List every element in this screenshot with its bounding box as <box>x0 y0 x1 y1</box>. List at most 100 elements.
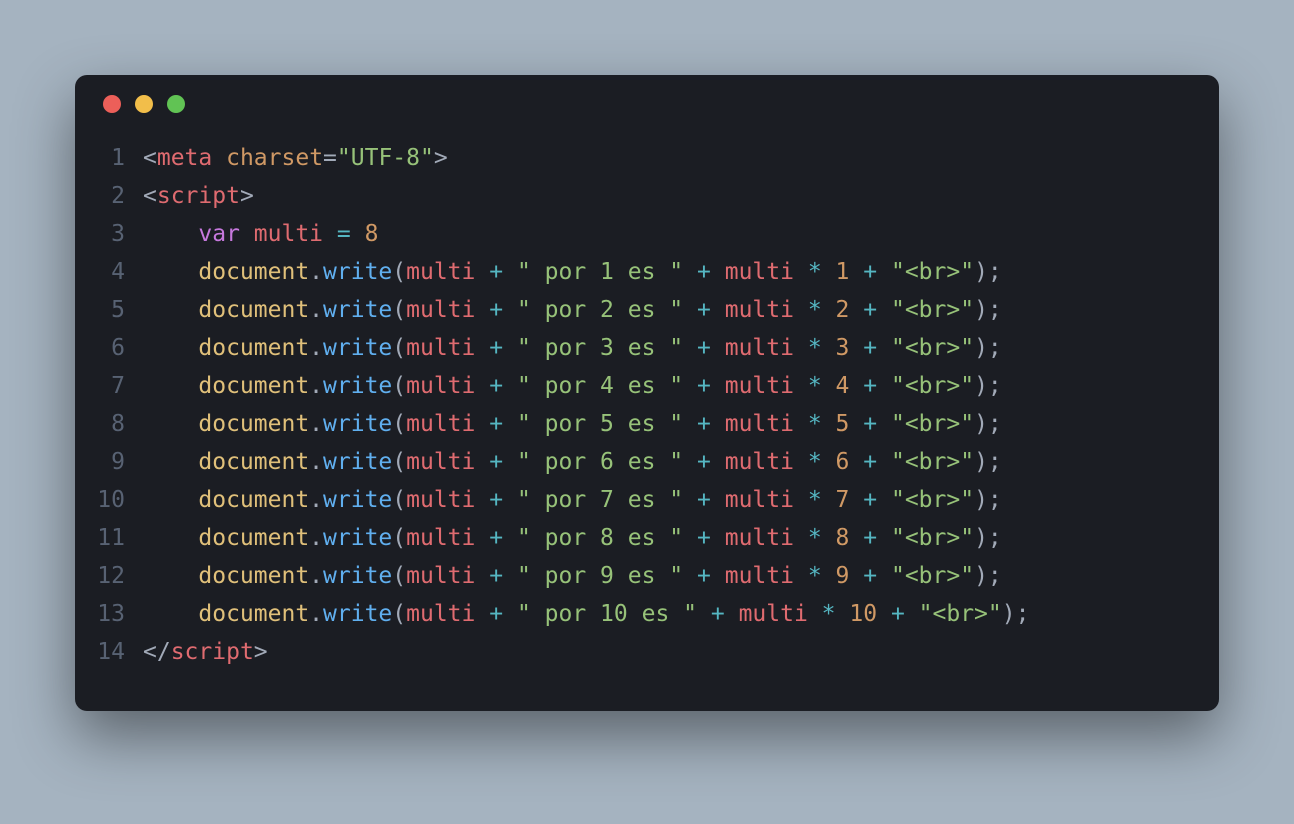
code-token: " por 6 es " <box>517 449 683 475</box>
code-token: 8 <box>836 525 850 551</box>
code-token: multi <box>406 525 475 551</box>
code-token: ( <box>392 525 406 551</box>
code-token: + <box>489 259 503 285</box>
code-token: + <box>697 525 711 551</box>
line-content[interactable]: document.write(multi + " por 2 es " + mu… <box>143 291 1002 329</box>
code-token <box>503 373 517 399</box>
code-line[interactable]: 6 document.write(multi + " por 3 es " + … <box>75 329 1219 367</box>
code-token <box>794 487 808 513</box>
code-token: multi <box>725 487 794 513</box>
code-line[interactable]: 4 document.write(multi + " por 1 es " + … <box>75 253 1219 291</box>
code-token <box>143 601 198 627</box>
line-content[interactable]: <meta charset="UTF-8"> <box>143 139 448 177</box>
line-number: 5 <box>75 291 143 329</box>
code-token <box>683 487 697 513</box>
line-content[interactable]: document.write(multi + " por 6 es " + mu… <box>143 443 1002 481</box>
code-token <box>877 563 891 589</box>
code-token <box>503 487 517 513</box>
code-line[interactable]: 9 document.write(multi + " por 6 es " + … <box>75 443 1219 481</box>
code-token: multi <box>406 411 475 437</box>
code-line[interactable]: 13 document.write(multi + " por 10 es " … <box>75 595 1219 633</box>
line-content[interactable]: document.write(multi + " por 1 es " + mu… <box>143 253 1002 291</box>
code-token: multi <box>725 563 794 589</box>
code-token: multi <box>725 411 794 437</box>
code-token <box>822 487 836 513</box>
code-token: + <box>697 297 711 323</box>
code-line[interactable]: 7 document.write(multi + " por 4 es " + … <box>75 367 1219 405</box>
code-token <box>351 221 365 247</box>
code-token: + <box>863 563 877 589</box>
code-token: + <box>489 373 503 399</box>
line-content[interactable]: document.write(multi + " por 7 es " + mu… <box>143 481 1002 519</box>
code-token: + <box>489 335 503 361</box>
code-token <box>849 525 863 551</box>
code-token <box>503 335 517 361</box>
line-content[interactable]: document.write(multi + " por 4 es " + mu… <box>143 367 1002 405</box>
code-token: "<br>" <box>891 335 974 361</box>
line-content[interactable]: document.write(multi + " por 5 es " + mu… <box>143 405 1002 443</box>
line-content[interactable]: document.write(multi + " por 9 es " + mu… <box>143 557 1002 595</box>
code-token: ); <box>974 563 1002 589</box>
code-token <box>794 525 808 551</box>
code-line[interactable]: 14</script> <box>75 633 1219 671</box>
code-token: "<br>" <box>891 259 974 285</box>
code-token: write <box>323 411 392 437</box>
line-content[interactable]: </script> <box>143 633 268 671</box>
line-content[interactable]: <script> <box>143 177 254 215</box>
line-content[interactable]: document.write(multi + " por 10 es " + m… <box>143 595 1029 633</box>
code-line[interactable]: 8 document.write(multi + " por 5 es " + … <box>75 405 1219 443</box>
code-line[interactable]: 5 document.write(multi + " por 2 es " + … <box>75 291 1219 329</box>
code-token <box>143 221 198 247</box>
code-token: multi <box>725 525 794 551</box>
code-token: charset <box>226 145 323 171</box>
code-token <box>475 487 489 513</box>
code-token: "<br>" <box>891 297 974 323</box>
code-token: * <box>808 335 822 361</box>
code-token <box>143 373 198 399</box>
line-content[interactable]: var multi = 8 <box>143 215 378 253</box>
code-token <box>711 563 725 589</box>
code-token: * <box>808 449 822 475</box>
code-line[interactable]: 10 document.write(multi + " por 7 es " +… <box>75 481 1219 519</box>
code-line[interactable]: 3 var multi = 8 <box>75 215 1219 253</box>
code-token: " por 3 es " <box>517 335 683 361</box>
code-line[interactable]: 12 document.write(multi + " por 9 es " +… <box>75 557 1219 595</box>
code-token: ( <box>392 411 406 437</box>
window-close-icon[interactable] <box>103 95 121 113</box>
code-token <box>711 335 725 361</box>
line-number: 6 <box>75 329 143 367</box>
code-token: + <box>489 601 503 627</box>
code-token: write <box>323 335 392 361</box>
code-token: ( <box>392 487 406 513</box>
code-token <box>877 411 891 437</box>
code-line[interactable]: 1<meta charset="UTF-8"> <box>75 139 1219 177</box>
code-token: script <box>157 183 240 209</box>
code-token <box>143 297 198 323</box>
code-token: + <box>863 487 877 513</box>
code-token: write <box>323 297 392 323</box>
code-token <box>475 525 489 551</box>
code-area[interactable]: 1<meta charset="UTF-8">2<script>3 var mu… <box>75 133 1219 671</box>
code-token: . <box>309 411 323 437</box>
code-token: + <box>863 411 877 437</box>
code-line[interactable]: 2<script> <box>75 177 1219 215</box>
code-line[interactable]: 11 document.write(multi + " por 8 es " +… <box>75 519 1219 557</box>
code-token <box>822 373 836 399</box>
line-content[interactable]: document.write(multi + " por 8 es " + mu… <box>143 519 1002 557</box>
code-token: multi <box>406 373 475 399</box>
line-content[interactable]: document.write(multi + " por 3 es " + mu… <box>143 329 1002 367</box>
code-token <box>711 297 725 323</box>
code-token: "UTF-8" <box>337 145 434 171</box>
code-token: write <box>323 601 392 627</box>
code-token <box>143 563 198 589</box>
code-token <box>475 601 489 627</box>
code-token: " por 7 es " <box>517 487 683 513</box>
code-token <box>240 221 254 247</box>
code-window: 1<meta charset="UTF-8">2<script>3 var mu… <box>75 75 1219 711</box>
code-token: = <box>323 145 337 171</box>
line-number: 11 <box>75 519 143 557</box>
code-token <box>877 373 891 399</box>
window-minimize-icon[interactable] <box>135 95 153 113</box>
window-maximize-icon[interactable] <box>167 95 185 113</box>
code-token: * <box>808 373 822 399</box>
